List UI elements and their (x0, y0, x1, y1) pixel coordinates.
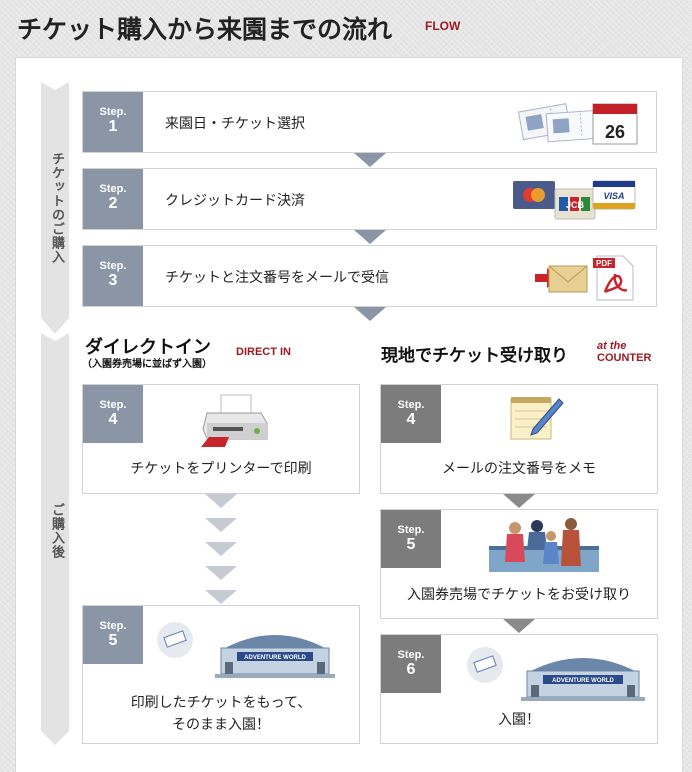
step-badge: Step. 2 (83, 169, 143, 229)
counter-step-5: Step. 5 入園券売場でチケットをお受け取り (380, 509, 658, 619)
calendar-day: 26 (605, 122, 625, 142)
side-label-after: ご購入後 (49, 503, 64, 559)
page-title: チケット購入から来園までの流れ (17, 15, 393, 44)
park-gate-icon: ADVENTURE WORLD (465, 643, 645, 709)
step-label: Step. (397, 649, 425, 661)
counter-title-en-1: at the (597, 340, 627, 352)
step-text: クレジットカード決済 (165, 193, 305, 209)
flow-arrow (205, 590, 237, 604)
step-label: Step. (99, 260, 127, 272)
step-label: Step. (99, 183, 127, 195)
step-badge: Step. 5 (381, 510, 441, 568)
flow-arrow (205, 494, 237, 508)
side-label-purchase: チケットのご購入 (49, 152, 64, 264)
step-label: Step. (99, 399, 127, 411)
flow-arrow (354, 307, 386, 321)
tickets-calendar-icon: 26 (513, 98, 643, 150)
counter-step-6: Step. 6 ADVENTURE WORLD 入園！ (380, 634, 658, 744)
pdf-label: PDF (596, 259, 612, 268)
park-gate-icon: ADVENTURE WORLD (155, 618, 335, 686)
step-number: 5 (406, 536, 416, 553)
step-label: Step. (99, 620, 127, 632)
mail-pdf-icon: PDF (531, 252, 641, 306)
step-badge: Step. 5 (83, 606, 143, 664)
visa-label: VISA (603, 191, 624, 201)
step-text: チケットをプリンターで印刷 (130, 461, 312, 477)
direct-in-title-en: DIRECT IN (236, 346, 291, 358)
step-text: メールの注文番号をメモ (442, 461, 596, 477)
credit-cards-icon: JCB VISA (511, 177, 639, 227)
step-number: 3 (108, 272, 118, 289)
purchase-step-3: Step. 3 チケットと注文番号をメールで受信 PDF (82, 245, 657, 307)
counter-title-en-2: COUNTER (597, 352, 652, 364)
ticket-counter-icon (489, 516, 599, 582)
direct-in-subtitle: （入園券売場に並ばず入園） (82, 359, 212, 370)
counter-step-4: Step. 4 メールの注文番号をメモ (380, 384, 658, 494)
flow-arrow (205, 542, 237, 556)
flow-arrow (354, 230, 386, 244)
step-text: チケットと注文番号をメールで受信 (165, 270, 389, 286)
jcb-label: JCB (566, 200, 585, 210)
side-bar-notch (41, 82, 69, 90)
step-text: 入園券売場でチケットをお受け取り (407, 587, 631, 603)
step-number: 4 (406, 411, 416, 428)
flow-arrow (354, 153, 386, 167)
purchase-step-1: Step. 1 来園日・チケット選択 26 (82, 91, 657, 153)
step-number: 1 (108, 118, 118, 135)
step-number: 4 (108, 411, 118, 428)
step-number: 6 (406, 661, 416, 678)
gate-sign: ADVENTURE WORLD (244, 655, 306, 661)
flow-arrow (205, 518, 237, 532)
flow-arrow (503, 494, 535, 508)
step-badge: Step. 4 (83, 385, 143, 443)
step-label: Step. (99, 106, 127, 118)
step-label: Step. (397, 524, 425, 536)
step-text: 入園！ (498, 712, 540, 728)
page-title-en: FLOW (425, 19, 461, 33)
step-number: 2 (108, 195, 118, 212)
printer-icon (199, 393, 271, 453)
side-bar-notch (41, 333, 69, 341)
step-text-line2: そのまま入園！ (172, 717, 270, 733)
purchase-step-2: Step. 2 クレジットカード決済 JCB VISA (82, 168, 657, 230)
step-text-line1: 印刷したチケットをもって、 (130, 695, 312, 711)
step-number: 5 (108, 632, 118, 649)
flow-arrow (503, 619, 535, 633)
step-badge: Step. 1 (83, 92, 143, 152)
step-label: Step. (397, 399, 425, 411)
side-bar-arrow (41, 731, 69, 745)
direct-in-step-5: Step. 5 ADVENTURE WORLD 印刷したチケットをもって、 その… (82, 605, 360, 744)
step-badge: Step. 6 (381, 635, 441, 693)
counter-title: 現地でチケット受け取り (381, 346, 568, 366)
direct-in-step-4: Step. 4 チケットをプリンターで印刷 (82, 384, 360, 494)
flow-arrow (205, 566, 237, 580)
step-badge: Step. 4 (381, 385, 441, 443)
step-text: 来園日・チケット選択 (165, 116, 305, 132)
notepad-pencil-icon (507, 393, 567, 447)
gate-sign: ADVENTURE WORLD (552, 678, 614, 684)
side-bar-arrow (41, 318, 69, 334)
step-badge: Step. 3 (83, 246, 143, 306)
